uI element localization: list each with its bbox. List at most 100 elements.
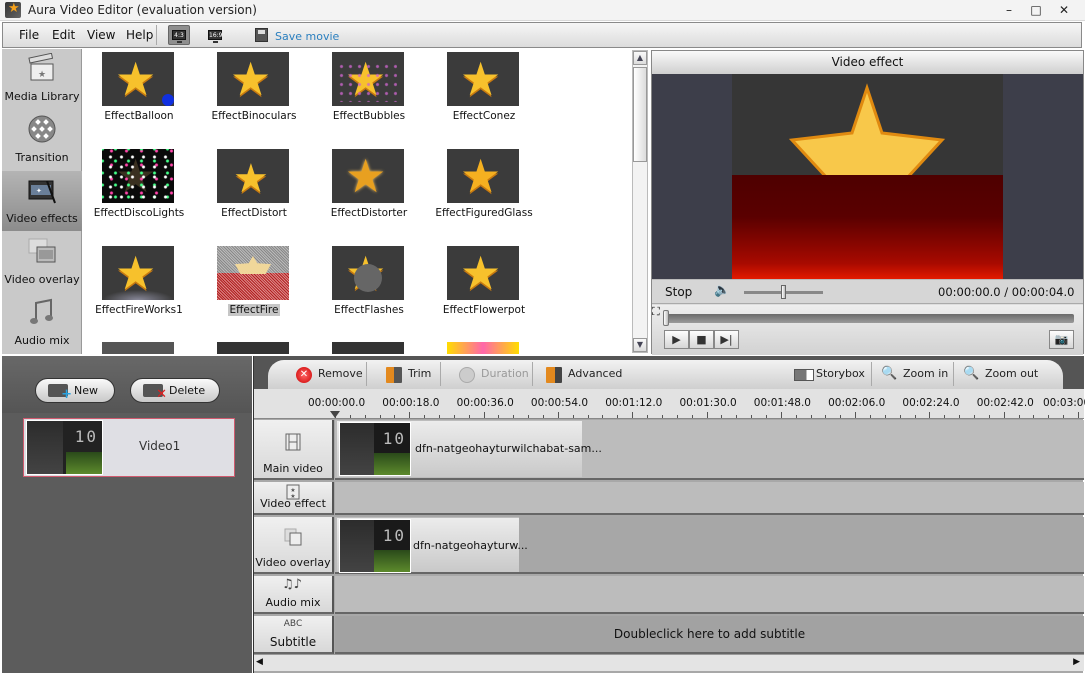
clip-name: dfn-natgeohayturwilchabat-sam...: [415, 442, 602, 455]
advanced-button[interactable]: Advanced: [544, 360, 622, 389]
effect-thumbnail-partial[interactable]: [102, 342, 174, 354]
menu-help[interactable]: Help: [126, 28, 153, 42]
track-video-overlay[interactable]: 10 dfn-natgeohayturw...: [335, 517, 1084, 574]
effect-thumbnail-partial[interactable]: [217, 342, 289, 354]
track-main-video[interactable]: 10 dfn-natgeohayturwilchabat-sam...: [335, 420, 1084, 480]
aspect-16-9-button[interactable]: 16:9: [204, 25, 226, 45]
seek-bar[interactable]: [664, 314, 1074, 323]
maximize-button[interactable]: □: [1027, 3, 1045, 17]
effect-thumbnail-partial[interactable]: [447, 342, 519, 354]
effect-item-balloon[interactable]: ★ EffectBalloon: [84, 49, 194, 139]
aspect-4-3-button[interactable]: 4:3: [168, 25, 190, 45]
stop-button[interactable]: ■: [689, 330, 714, 349]
track-audio-mix[interactable]: [335, 576, 1084, 614]
sidebar-item-video-overlay[interactable]: Video overlay: [2, 232, 82, 292]
zoom-out-button[interactable]: 🔍 Zoom out: [961, 360, 1038, 389]
volume-slider-thumb[interactable]: [780, 285, 786, 299]
track-label: Video overlay: [255, 556, 331, 569]
snapshot-button[interactable]: 📷: [1049, 330, 1074, 349]
timeline-clip[interactable]: 10 dfn-natgeohayturw...: [337, 518, 528, 573]
ruler-tick: [765, 415, 767, 418]
new-button[interactable]: + New: [35, 378, 115, 403]
close-button[interactable]: ✕: [1055, 3, 1073, 17]
seek-bar-thumb[interactable]: [663, 310, 669, 326]
storybox-button[interactable]: Storybox: [792, 360, 865, 389]
ruler-tick: [840, 415, 842, 418]
effect-label-text: EffectFire: [227, 304, 281, 316]
ruler-tick: [498, 415, 500, 418]
effect-thumbnail: ★: [332, 149, 404, 203]
track-label: Subtitle: [269, 635, 317, 649]
track-header-video-overlay: Video overlay: [254, 517, 334, 574]
ruler-tick: [929, 412, 931, 418]
project-item[interactable]: 10 Video1: [23, 418, 235, 477]
track-header-subtitle: ABC Subtitle: [254, 616, 334, 654]
effect-item-conez[interactable]: ★ EffectConez: [429, 49, 539, 139]
star-icon: ★: [230, 52, 272, 106]
timeline-scrollbar[interactable]: ◀ ▶: [254, 654, 1084, 671]
sidebar-item-media-library[interactable]: ★ Media Library: [2, 49, 82, 109]
track-label: Audio mix: [265, 596, 321, 609]
speaker-icon[interactable]: 🔈: [714, 283, 730, 298]
ruler-tick: [736, 415, 738, 418]
delete-label: Delete: [169, 384, 206, 397]
scroll-up-icon[interactable]: ▲: [633, 51, 647, 65]
minimize-button[interactable]: –: [1000, 3, 1018, 17]
star-preview-icon: [788, 83, 946, 178]
next-frame-button[interactable]: ▶|: [714, 330, 739, 349]
effect-item-fire[interactable]: EffectFire: [199, 243, 309, 333]
effect-item-flashes[interactable]: ★ EffectFlashes: [314, 243, 424, 333]
thumbnail-grass: [374, 550, 410, 572]
trim-button[interactable]: Trim: [384, 360, 431, 389]
track-subtitle[interactable]: Doubleclick here to add subtitle: [335, 616, 1084, 654]
ruler-tick: [617, 415, 619, 418]
delete-button[interactable]: ✕ Delete: [130, 378, 220, 403]
scroll-down-icon[interactable]: ▼: [633, 338, 647, 352]
effect-item-disco-lights[interactable]: ★ EffectDiscoLights: [84, 146, 194, 236]
effect-thumbnail-partial[interactable]: [332, 342, 404, 354]
monitor-4-3-icon: 4:3: [172, 30, 186, 43]
timeline: ✕ Remove Trim Duration Advanced Storybox…: [253, 356, 1085, 673]
floppy-disk-icon[interactable]: [255, 28, 268, 42]
ruler-tick: [453, 415, 455, 418]
star-icon: ★: [233, 156, 269, 202]
zoom-in-button[interactable]: 🔍 Zoom in: [879, 360, 948, 389]
menu-file[interactable]: File: [19, 28, 39, 42]
effect-item-distort[interactable]: ★ EffectDistort: [199, 146, 309, 236]
ruler-tick: [825, 415, 827, 418]
menu-edit[interactable]: Edit: [52, 28, 75, 42]
ruler-tick: [780, 412, 782, 418]
effect-item-flowerpot[interactable]: ★ EffectFlowerpot: [429, 243, 539, 333]
play-button[interactable]: ▶: [664, 330, 689, 349]
scroll-left-icon[interactable]: ◀: [256, 657, 263, 667]
effect-item-binoculars[interactable]: ★ EffectBinoculars: [199, 49, 309, 139]
track-video-effect[interactable]: [335, 482, 1084, 515]
thumbnail-digits: 10: [382, 429, 406, 448]
storybox-icon: [794, 369, 814, 381]
effect-item-figured-glass[interactable]: ★ EffectFiguredGlass: [429, 146, 539, 236]
scroll-right-icon[interactable]: ▶: [1073, 657, 1080, 667]
save-movie-button[interactable]: Save movie: [275, 30, 339, 43]
effects-grid: ★ EffectBalloon ★ EffectBinoculars ★ Eff…: [83, 49, 631, 354]
scrollbar-thumb[interactable]: [633, 67, 647, 162]
menu-view[interactable]: View: [87, 28, 115, 42]
project-toolbar: + New ✕ Delete: [2, 356, 252, 413]
ruler-tick: [1063, 415, 1065, 418]
duration-button[interactable]: Duration: [457, 360, 529, 389]
timeline-clip[interactable]: 10 dfn-natgeohayturwilchabat-sam...: [337, 421, 602, 477]
sidebar-item-transition[interactable]: Transition: [2, 110, 82, 170]
sidebar-item-video-effects[interactable]: ✦ Video effects: [2, 171, 82, 231]
effect-item-fireworks1[interactable]: ★ EffectFireWorks1: [84, 243, 194, 333]
playhead-marker[interactable]: [330, 411, 340, 418]
sidebar-item-audio-mix[interactable]: Audio mix: [2, 293, 82, 353]
clip-thumbnail: 10: [339, 422, 411, 476]
remove-button[interactable]: ✕ Remove: [294, 360, 363, 389]
zoom-out-label: Zoom out: [985, 367, 1039, 380]
effect-item-bubbles[interactable]: ★ EffectBubbles: [314, 49, 424, 139]
effects-scrollbar[interactable]: ▲ ▼: [632, 50, 648, 353]
time-ruler[interactable]: 00:00:00.0 00:00:18.0 00:00:36.0 00:00:54.0…: [254, 389, 1085, 419]
effect-item-distorter[interactable]: ★ EffectDistorter: [314, 146, 424, 236]
effect-thumbnail: ★: [332, 52, 404, 106]
music-notes-icon: ♫♪: [282, 577, 302, 592]
clapperboard-icon: ★: [28, 53, 54, 81]
